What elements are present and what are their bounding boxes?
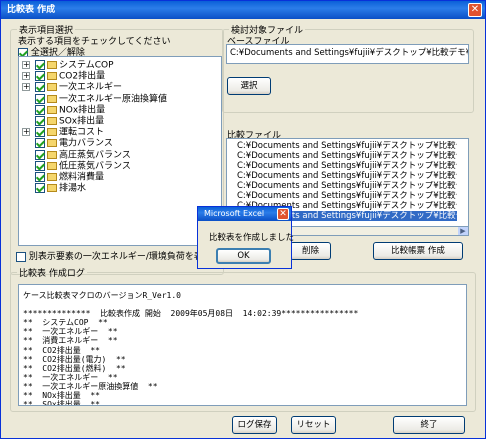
compare-file-item[interactable]: C:¥Documents and Settings¥fujii¥デスクトップ¥比… [229, 141, 457, 151]
log-line: ** CO2排出量 ** [23, 345, 100, 355]
tree-item[interactable]: システムCOP [35, 60, 114, 71]
tree-item-checkbox[interactable] [35, 82, 45, 93]
folder-icon [47, 184, 57, 193]
tree-item[interactable]: 低圧蒸気バランス [35, 160, 131, 172]
dialog-title-bar: Microsoft Excel ✕ [198, 207, 291, 221]
tree-item-label: SOx排出量 [59, 116, 105, 127]
tree-item-checkbox[interactable] [35, 116, 45, 126]
tree-item-label: 排湯水 [59, 183, 87, 194]
tree-item[interactable]: 一次エネルギー [35, 82, 122, 93]
dialog-message: 比較表を作成しました [209, 233, 295, 243]
tree-expander-icon[interactable]: + [22, 83, 30, 92]
base-file-input[interactable]: C:¥Documents and Settings¥fujii¥デスクトップ¥比… [226, 44, 469, 64]
folder-icon [47, 72, 57, 81]
tree-item-checkbox[interactable] [35, 149, 45, 160]
tree-item[interactable]: NOx排出量 [35, 104, 106, 116]
tree-item[interactable]: 一次エネルギー原油換算値 [35, 93, 168, 105]
folder-icon [47, 94, 57, 103]
log-line: ** システムCOP ** [23, 318, 108, 328]
create-comparison-button[interactable]: 比較帳票 作成 [373, 242, 463, 260]
tree-item-label: CO2排出量 [59, 71, 106, 82]
tree-item[interactable]: SOx排出量 [35, 116, 104, 127]
folder-icon [47, 128, 57, 137]
dialog-close-icon[interactable]: ✕ [277, 208, 289, 220]
compare-file-item[interactable]: C:¥Documents and Settings¥fujii¥デスクトップ¥比… [229, 151, 457, 161]
select-button[interactable]: 選択 [227, 77, 271, 95]
log-line: ** 一次エネルギー ** [23, 372, 118, 382]
tree-item-label: 一次エネルギー原油換算値 [59, 94, 168, 105]
tree-item[interactable]: CO2排出量 [35, 71, 105, 82]
window-title: 比較表 作成 [7, 5, 56, 15]
tree-item-checkbox[interactable] [35, 138, 45, 149]
folder-icon [47, 150, 57, 159]
log-line: ************** 比較表作成 開始 2009年05月08日 14:0… [23, 309, 359, 319]
folder-icon [47, 105, 57, 114]
compare-file-item[interactable]: C:¥Documents and Settings¥fujii¥デスクトップ¥比… [229, 191, 457, 201]
log-line: ** 消費エネルギー ** [23, 336, 118, 346]
tree-item-label: NOx排出量 [59, 105, 106, 116]
tree-item[interactable]: 排湯水 [35, 183, 86, 194]
tree-item-checkbox[interactable] [35, 60, 45, 70]
scroll-right-icon[interactable]: ▶ [458, 227, 468, 235]
exit-button[interactable]: 終了 [393, 416, 465, 434]
tree-item-checkbox[interactable] [35, 71, 45, 82]
tree-item-label: システムCOP [59, 60, 114, 71]
title-bar: 比較表 作成 ✕ [1, 1, 485, 19]
log-line: ** CO2排出量(燃料) ** [23, 363, 126, 373]
log-line: ** CO2排出量(電力) ** [23, 354, 126, 364]
tree-item-label: 電力バランス [59, 138, 113, 149]
folder-icon [47, 117, 57, 125]
delete-button[interactable]: 削除 [290, 242, 331, 260]
tree-item-label: 運転コスト [59, 127, 105, 138]
tree-item-label: 高圧蒸気バランス [59, 150, 131, 161]
excel-message-dialog: Microsoft Excel ✕ 比較表を作成しました OK [197, 206, 295, 269]
tree-expander-icon[interactable]: + [22, 128, 30, 137]
dialog-title: Microsoft Excel [204, 209, 265, 218]
tree-item-checkbox[interactable] [35, 93, 45, 104]
tree-item-checkbox[interactable] [35, 127, 45, 138]
tree-item-checkbox[interactable] [35, 183, 45, 194]
separate-display-checkbox[interactable] [16, 251, 26, 262]
tree-item[interactable]: 運転コスト [35, 127, 104, 138]
tree-item[interactable]: 電力バランス [35, 138, 113, 149]
log-line: ** SOx排出量 ** [23, 400, 100, 406]
log-legend: 比較表 作成ログ [19, 269, 85, 279]
tree-expander-icon[interactable]: + [22, 72, 30, 81]
dialog-ok-button[interactable]: OK [216, 248, 271, 264]
tree-item-checkbox[interactable] [35, 104, 45, 115]
folder-icon [47, 139, 57, 148]
tree-item[interactable]: 高圧蒸気バランス [35, 149, 131, 161]
compare-file-item[interactable]: C:¥Documents and Settings¥fujii¥デスクトップ¥比… [229, 171, 457, 181]
main-window: 比較表 作成 ✕ 表示項目選択 表示する項目をチェックしてください 全選択／解除… [0, 0, 486, 439]
log-line: ケース比較表マクロのバージョンR_Ver1.0 [23, 291, 181, 300]
tree-item-label: 一次エネルギー [59, 82, 123, 93]
tree-expander-icon[interactable]: + [22, 61, 30, 69]
tree-item-checkbox[interactable] [35, 172, 45, 182]
tree-item-label: 燃料消費量 [59, 172, 105, 183]
log-line: ** NOx排出量 ** [23, 391, 100, 401]
folder-icon [47, 173, 57, 181]
save-log-button[interactable]: ログ保存 [232, 416, 277, 434]
tree-item[interactable]: 燃料消費量 [35, 172, 104, 183]
folder-icon [47, 161, 57, 170]
compare-file-item[interactable]: C:¥Documents and Settings¥fujii¥デスクトップ¥比… [229, 161, 457, 171]
tree-item-checkbox[interactable] [35, 160, 45, 171]
display-items-tree: + システムCOP + CO2排出量 + 一次エネルギー 一次エネルギー原油換算値 NOx排出… [18, 56, 222, 246]
log-line: ** 一次エネルギー原油換算値 ** [23, 381, 158, 391]
compare-file-item[interactable]: C:¥Documents and Settings¥fujii¥デスクトップ¥比… [229, 181, 457, 191]
reset-button[interactable]: リセット [291, 416, 336, 434]
close-icon[interactable]: ✕ [468, 3, 482, 17]
folder-icon [47, 83, 57, 92]
log-output: ケース比較表マクロのバージョンR_Ver1.0 ************** 比較… [18, 284, 467, 406]
folder-icon [47, 61, 57, 69]
tree-item-label: 低圧蒸気バランス [59, 161, 131, 172]
